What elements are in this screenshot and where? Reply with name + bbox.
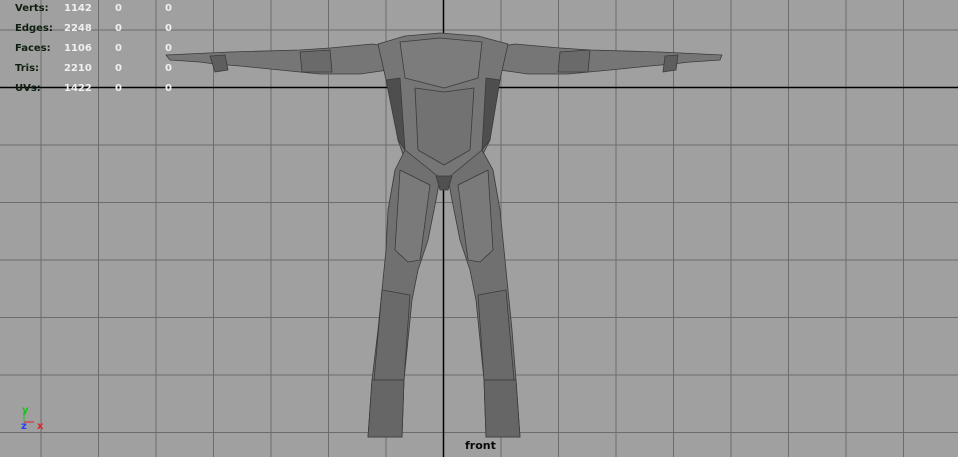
hud-value: 2210 xyxy=(64,63,92,74)
axis-z-label: z xyxy=(21,421,27,432)
front-viewport[interactable]: Verts: 1142 0 0 Edges: 2248 0 0 Faces: 1106 0 0 Tris… xyxy=(0,0,958,457)
hud-value: 1422 xyxy=(64,83,92,94)
axis-gizmo: y z x xyxy=(18,404,48,434)
mesh-body xyxy=(165,32,723,438)
hud-value: 2248 xyxy=(64,23,92,34)
hud-row: UVs: 1422 0 0 xyxy=(0,81,200,97)
camera-name-label: front xyxy=(465,439,496,452)
hud-label: Edges: xyxy=(15,23,53,34)
hud-row: Edges: 2248 0 0 xyxy=(0,21,200,37)
hud-row: Faces: 1106 0 0 xyxy=(0,41,200,57)
hud-row: Verts: 1142 0 0 xyxy=(0,1,200,17)
hud-value: 0 xyxy=(115,43,122,54)
hud-value: 0 xyxy=(165,63,172,74)
hud-row: Tris: 2210 0 0 xyxy=(0,61,200,77)
mesh-arm-right xyxy=(499,43,723,75)
hud-value: 0 xyxy=(115,3,122,14)
hud-value: 0 xyxy=(165,43,172,54)
hud-value: 0 xyxy=(165,3,172,14)
hud-label: Faces: xyxy=(15,43,51,54)
hud-label: UVs: xyxy=(15,83,41,94)
hud-value: 1142 xyxy=(64,3,92,14)
hud-value: 0 xyxy=(115,23,122,34)
hud-value: 0 xyxy=(165,83,172,94)
hud-value: 0 xyxy=(165,23,172,34)
hud-label: Tris: xyxy=(15,63,40,74)
hud-value: 0 xyxy=(115,63,122,74)
axis-x-label: x xyxy=(37,421,44,432)
axis-y-label: y xyxy=(22,405,29,416)
hud-label: Verts: xyxy=(15,3,49,14)
poly-count-hud: Verts: 1142 0 0 Edges: 2248 0 0 Faces: 1106 0 0 Tris… xyxy=(0,0,200,100)
hud-value: 1106 xyxy=(64,43,92,54)
hud-value: 0 xyxy=(115,83,122,94)
